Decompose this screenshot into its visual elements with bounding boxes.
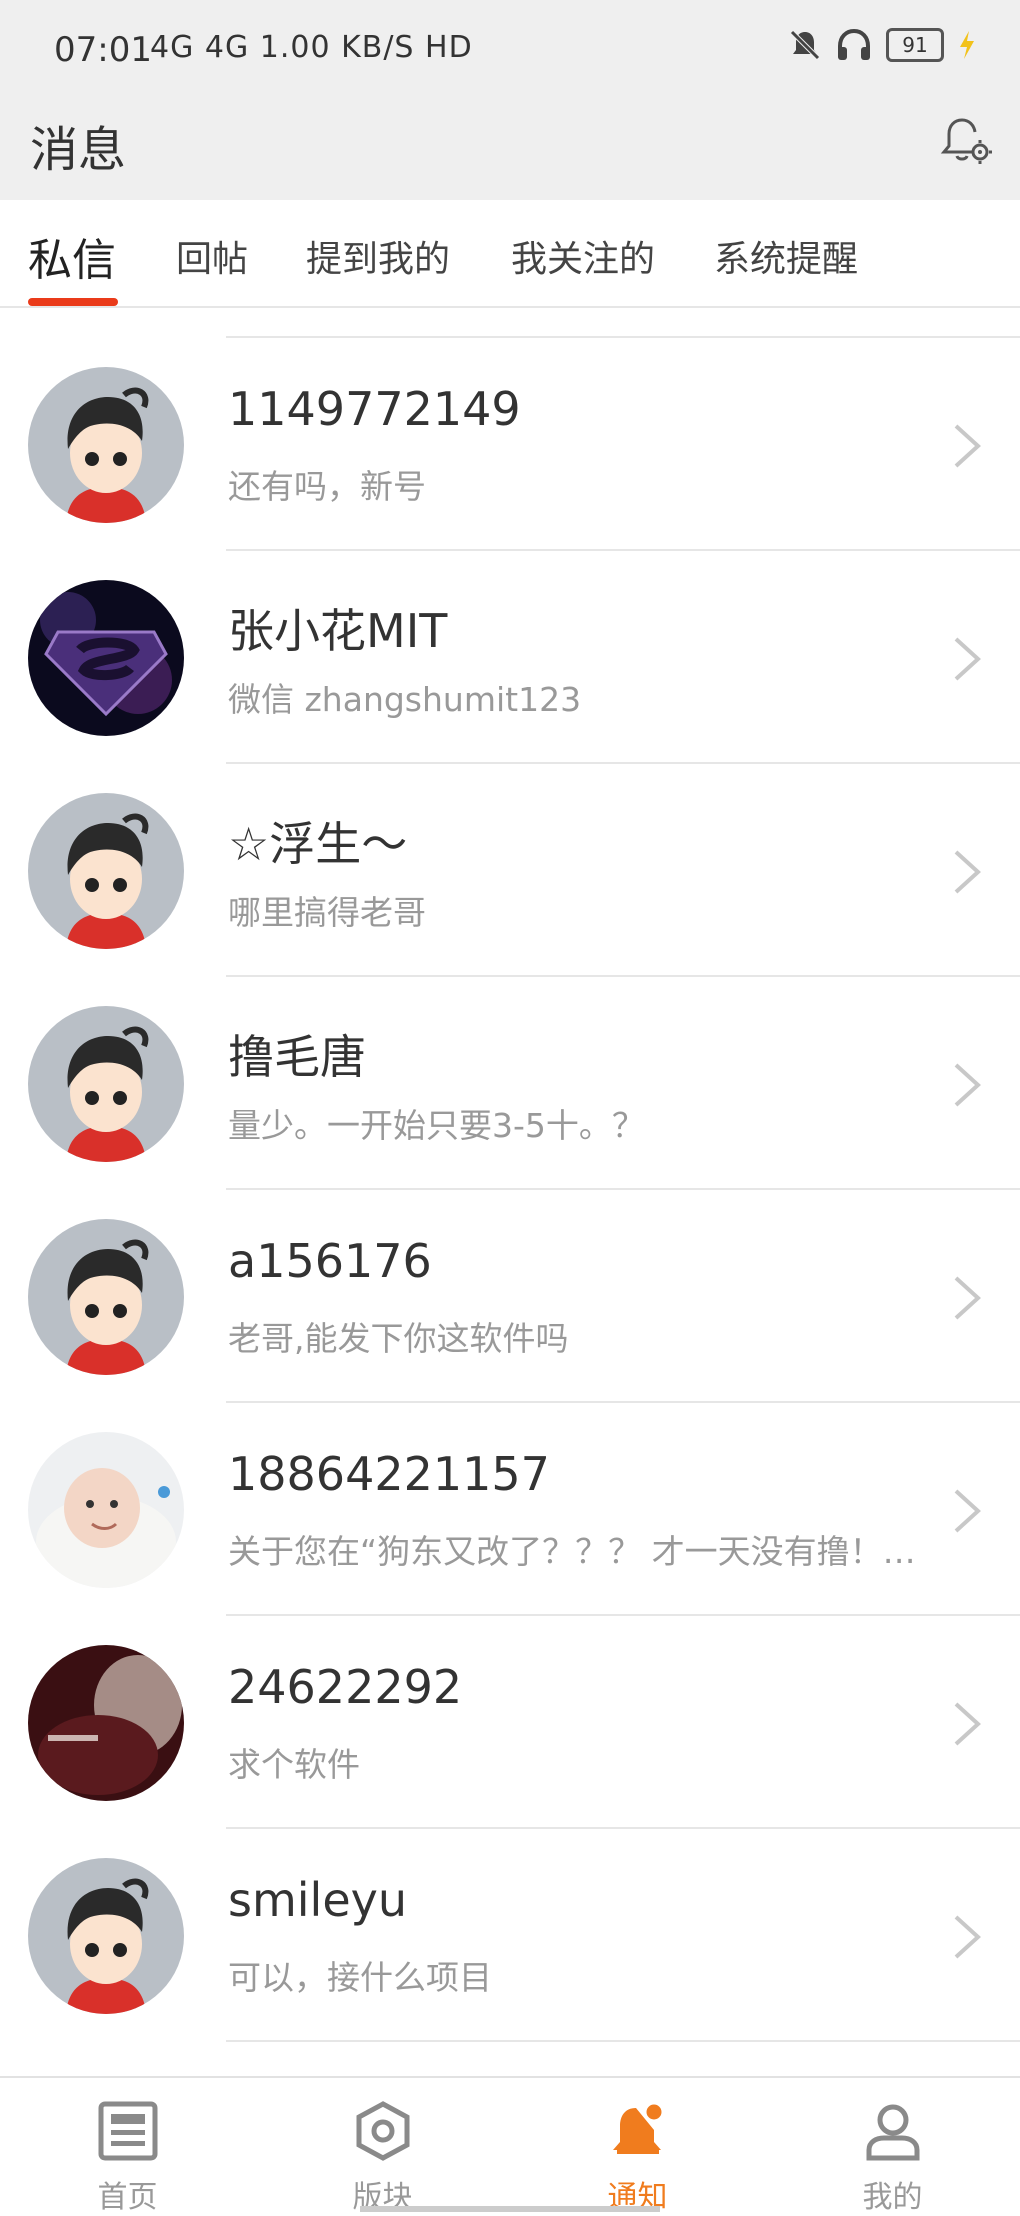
nav-home[interactable]: 首页 xyxy=(0,2078,255,2215)
person-icon xyxy=(866,2104,920,2161)
message-preview: 哪里搞得老哥 xyxy=(228,893,426,932)
tab-private-messages[interactable]: 私信 xyxy=(28,224,116,288)
sender-name: ☆浮生～ xyxy=(228,817,408,871)
message-row[interactable]: a156176 老哥,能发下你这软件吗 xyxy=(0,1190,1020,1403)
avatar[interactable] xyxy=(28,1858,184,2014)
chevron-right-icon xyxy=(946,633,986,685)
avatar[interactable] xyxy=(28,793,184,949)
message-preview: 还有吗，新号 xyxy=(228,467,426,506)
avatar[interactable] xyxy=(28,1645,184,1801)
message-preview: 关于您在“狗东又改了？？？ 才一天没有撸！！… xyxy=(228,1532,948,1571)
sender-name: 张小花MIT xyxy=(228,604,448,658)
sender-name: 1149772149 xyxy=(228,382,521,436)
chevron-right-icon xyxy=(946,1485,986,1537)
charging-icon xyxy=(960,31,974,59)
message-row[interactable]: 1149772149 还有吗，新号 xyxy=(0,338,1020,551)
sender-name: 18864221157 xyxy=(228,1447,550,1501)
row-divider xyxy=(226,2040,1020,2042)
sender-name: smileyu xyxy=(228,1873,408,1927)
message-preview: 求个软件 xyxy=(228,1745,360,1784)
news-icon xyxy=(98,2101,158,2161)
nav-notifications[interactable]: 通知 xyxy=(510,2078,765,2215)
message-tabs: 私信 回帖 提到我的 我关注的 系统提醒 xyxy=(0,200,1020,308)
message-row[interactable]: 撸毛唐量少。一开始只要3-5十。？ xyxy=(0,977,1020,1190)
avatar[interactable] xyxy=(28,1432,184,1588)
page-title: 消息 xyxy=(30,122,127,178)
tab-replies[interactable]: 回帖 xyxy=(176,230,248,282)
status-time: 07:01 xyxy=(54,30,152,70)
chevron-right-icon xyxy=(946,846,986,898)
bell-icon xyxy=(613,2101,665,2154)
mute-icon xyxy=(790,30,820,60)
hexagon-icon xyxy=(356,2101,410,2161)
status-right: 91 xyxy=(788,28,976,62)
avatar[interactable] xyxy=(28,580,184,736)
avatar[interactable] xyxy=(28,1006,184,1162)
tab-mentions[interactable]: 提到我的 xyxy=(306,230,450,282)
notification-settings-icon[interactable] xyxy=(938,112,994,168)
headphone-icon xyxy=(838,28,870,60)
top-area: 07:01 4G 4G 1.00 KB/S HD 91 消息 xyxy=(0,0,1020,200)
message-preview: 老哥,能发下你这软件吗 xyxy=(228,1319,569,1358)
message-row[interactable]: 张小花MIT 微信 zhangshumit123 xyxy=(0,551,1020,764)
active-tab-indicator xyxy=(28,298,118,306)
home-indicator xyxy=(360,2206,660,2212)
avatar[interactable] xyxy=(28,1219,184,1375)
nav-home-label: 首页 xyxy=(97,2180,158,2215)
nav-profile-label: 我的 xyxy=(862,2180,923,2215)
chevron-right-icon xyxy=(946,420,986,472)
tab-following[interactable]: 我关注的 xyxy=(511,230,655,282)
bottom-navigation: 首页 版块 通知 我的 xyxy=(0,2076,1020,2215)
chevron-right-icon xyxy=(946,1272,986,1324)
message-preview: 可以，接什么项目 xyxy=(228,1958,492,1997)
chevron-right-icon xyxy=(946,1059,986,1111)
nav-forums[interactable]: 版块 xyxy=(255,2078,510,2215)
message-row[interactable]: ☆浮生～ 哪里搞得老哥 xyxy=(0,764,1020,977)
sender-name: a156176 xyxy=(228,1234,432,1288)
message-preview: 微信 zhangshumit123 xyxy=(228,680,582,719)
message-row[interactable]: smileyu 可以，接什么项目 xyxy=(0,1829,1020,2042)
nav-profile[interactable]: 我的 xyxy=(765,2078,1020,2215)
sender-name: 撸毛唐 xyxy=(228,1030,366,1084)
chevron-right-icon xyxy=(946,1911,986,1963)
tab-system-alerts[interactable]: 系统提醒 xyxy=(714,230,858,282)
message-row[interactable]: 24622292 求个软件 xyxy=(0,1616,1020,1829)
message-preview: 量少。一开始只要3-5十。？ xyxy=(228,1106,645,1145)
message-row[interactable]: 18864221157 关于您在“狗东又改了？？？ 才一天没有撸！！… xyxy=(0,1403,1020,1616)
status-network: 4G 4G 1.00 KB/S HD xyxy=(150,30,473,65)
avatar[interactable] xyxy=(28,367,184,523)
status-bar: 07:01 4G 4G 1.00 KB/S HD 91 xyxy=(0,0,1020,100)
battery-indicator: 91 xyxy=(886,28,944,62)
sender-name: 24622292 xyxy=(228,1660,463,1714)
chevron-right-icon xyxy=(946,1698,986,1750)
